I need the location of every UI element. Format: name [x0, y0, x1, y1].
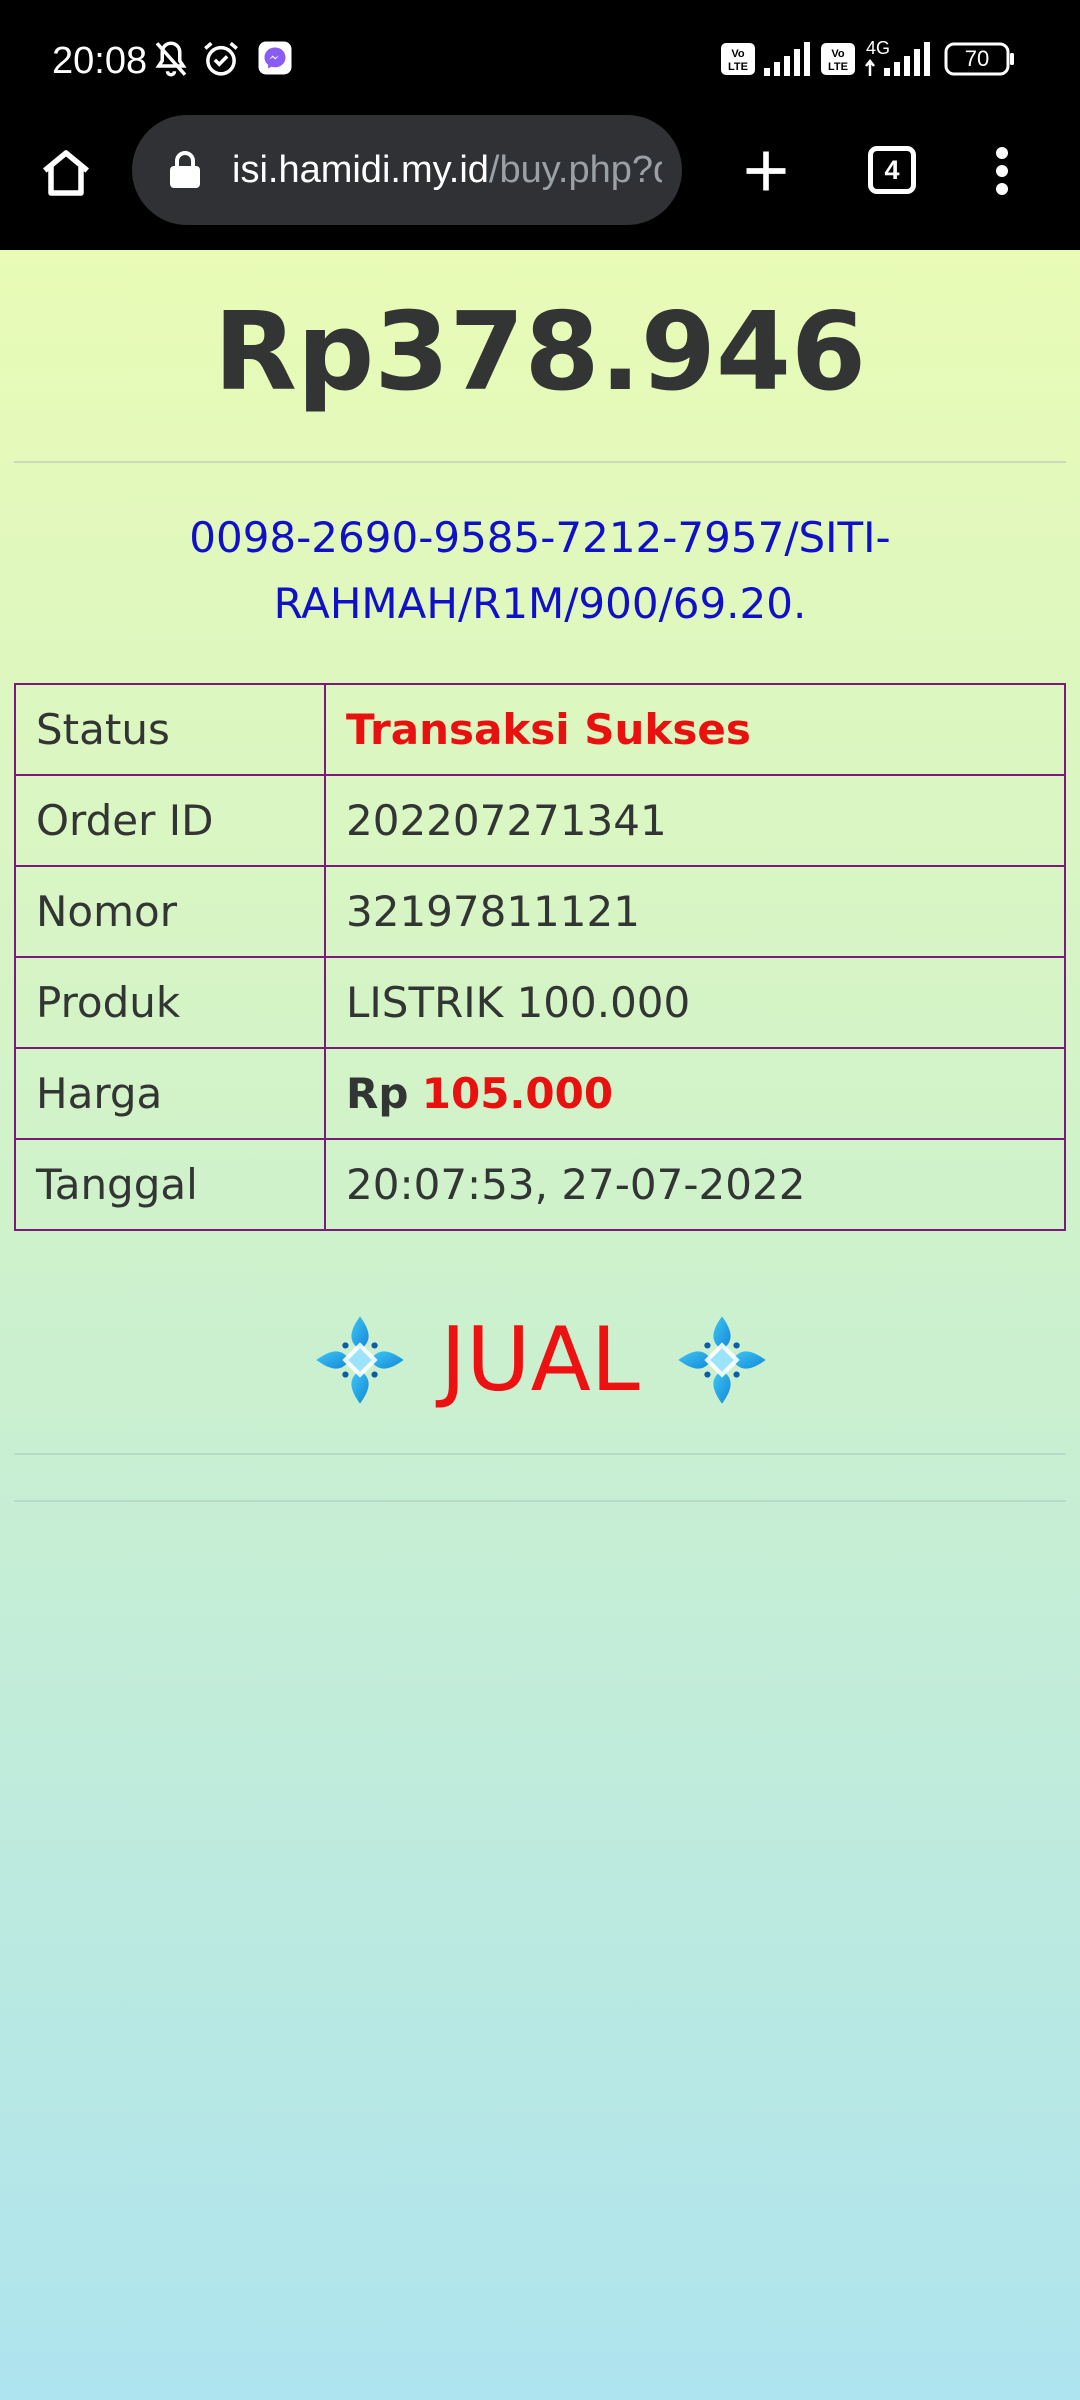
more-vert-icon[interactable] — [982, 145, 1022, 197]
svg-text:Vo: Vo — [831, 48, 845, 60]
sell-link[interactable]: JUAL — [0, 1300, 1080, 1420]
alarm-icon — [204, 41, 238, 76]
transaction-table: Status Transaksi Sukses Order ID 2022072… — [14, 683, 1066, 1231]
table-row: Tanggal 20:07:53, 27-07-2022 — [14, 1138, 1066, 1231]
address-bar[interactable]: isi.hamidi.my.id/buy.php?d — [132, 115, 682, 225]
produk-value: LISTRIK 100.000 — [324, 956, 1066, 1049]
status-value: Transaksi Sukses — [324, 683, 1066, 776]
svg-text:LTE: LTE — [828, 61, 848, 73]
status-text: Transaksi Sukses — [346, 705, 751, 754]
tanggal-value: 20:07:53, 27-07-2022 — [324, 1138, 1066, 1231]
sparkle-icon — [678, 1316, 766, 1404]
tabs-button[interactable]: 4 — [868, 146, 916, 194]
token-code: 0098-2690-9585-7212-7957/SITI-RAHMAH/R1M… — [189, 513, 891, 628]
sparkle-icon — [316, 1316, 404, 1404]
price-currency: Rp — [346, 1069, 409, 1118]
row-label: Harga — [14, 1047, 326, 1140]
price-amount: 105.000 — [421, 1069, 614, 1118]
row-label: Nomor — [14, 865, 326, 958]
row-label: Produk — [14, 956, 326, 1049]
divider — [14, 1453, 1066, 1455]
svg-text:Vo: Vo — [731, 48, 745, 60]
browser-toolbar: isi.hamidi.my.id/buy.php?d 4 — [0, 115, 1080, 250]
nomor-value: 32197811121 — [324, 865, 1066, 958]
balance-amount: Rp378.946 — [213, 290, 867, 415]
volte-icon: Vo LTE — [721, 43, 755, 75]
svg-text:LTE: LTE — [728, 61, 748, 73]
row-label: Tanggal — [14, 1138, 326, 1231]
volte-icon: Vo LTE — [821, 43, 855, 75]
harga-value: Rp 105.000 — [324, 1047, 1066, 1140]
divider — [14, 461, 1066, 463]
url-path: /buy.php?d — [488, 149, 662, 191]
divider — [14, 1500, 1066, 1502]
status-bar: 20:08 Vo LTE Vo LTE 4G 70 — [0, 0, 1080, 115]
table-row: Nomor 32197811121 — [14, 865, 1066, 958]
table-row: Status Transaksi Sukses — [14, 683, 1066, 776]
bell-off-icon — [155, 41, 187, 77]
page-content: Rp378.946 0098-2690-9585-7212-7957/SITI-… — [0, 250, 1080, 2400]
new-tab-icon[interactable] — [740, 145, 792, 197]
sell-label: JUAL — [440, 1308, 640, 1411]
battery-level: 70 — [964, 46, 990, 71]
lock-icon — [170, 151, 200, 188]
row-label: Status — [14, 683, 326, 776]
order-id-value: 202207271341 — [324, 774, 1066, 867]
4g-signal-icon — [865, 42, 930, 76]
row-label: Order ID — [14, 774, 326, 867]
table-row: Harga Rp 105.000 — [14, 1047, 1066, 1140]
table-row: Order ID 202207271341 — [14, 774, 1066, 867]
url-host: isi.hamidi.my.id — [232, 149, 489, 191]
tab-count: 4 — [884, 155, 900, 185]
signal-icon — [764, 42, 810, 76]
home-icon[interactable] — [36, 143, 96, 203]
table-row: Produk LISTRIK 100.000 — [14, 956, 1066, 1049]
messenger-icon — [258, 41, 292, 75]
status-time: 20:08 — [52, 40, 148, 82]
url-text: isi.hamidi.my.id/buy.php?d — [232, 115, 662, 225]
